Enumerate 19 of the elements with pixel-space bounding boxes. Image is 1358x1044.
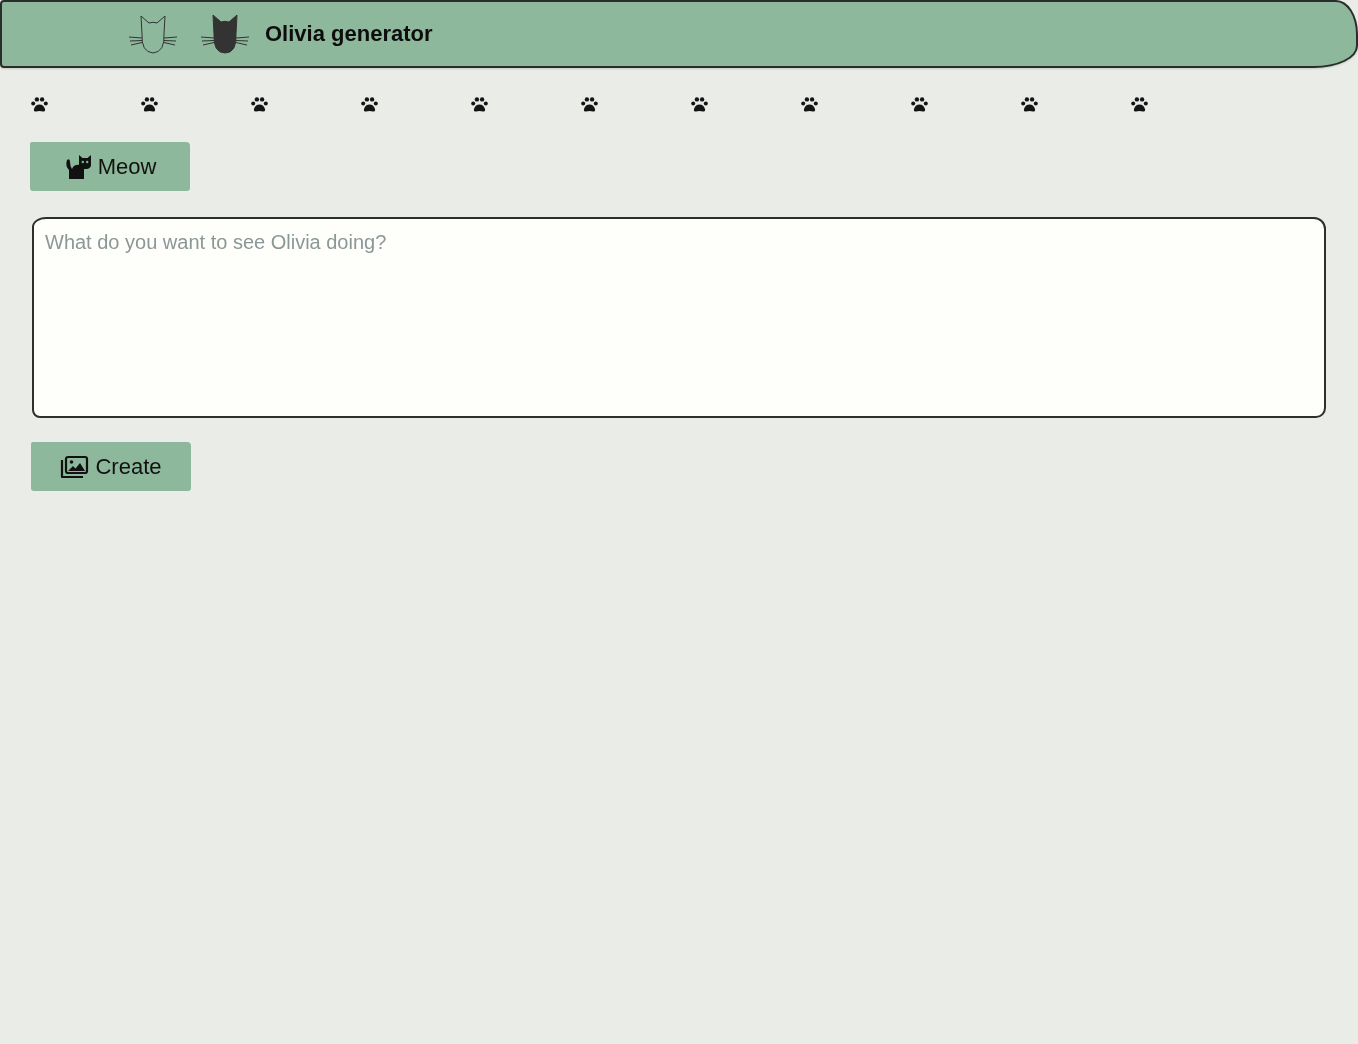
prompt-field[interactable]: What do you want to see Olivia doing?	[32, 217, 1326, 418]
paw-icon	[1021, 97, 1038, 112]
paw-icon	[691, 97, 708, 112]
paw-icon	[1131, 97, 1148, 112]
cat-outline-icon	[128, 13, 178, 55]
paw-icon	[361, 97, 378, 112]
cat-icon	[63, 154, 92, 179]
images-icon	[60, 454, 90, 479]
create-button[interactable]: Create	[31, 442, 191, 491]
cat-icon	[200, 13, 250, 55]
paw-icon	[141, 97, 158, 112]
paw-icon	[471, 97, 488, 112]
paw-icon	[581, 97, 598, 112]
paw-icon	[801, 97, 818, 112]
paw-icon	[31, 97, 48, 112]
paw-icon	[911, 97, 928, 112]
app-title: Olivia generator	[265, 20, 433, 48]
meow-button[interactable]: Meow	[30, 142, 190, 191]
paw-icon	[251, 97, 268, 112]
